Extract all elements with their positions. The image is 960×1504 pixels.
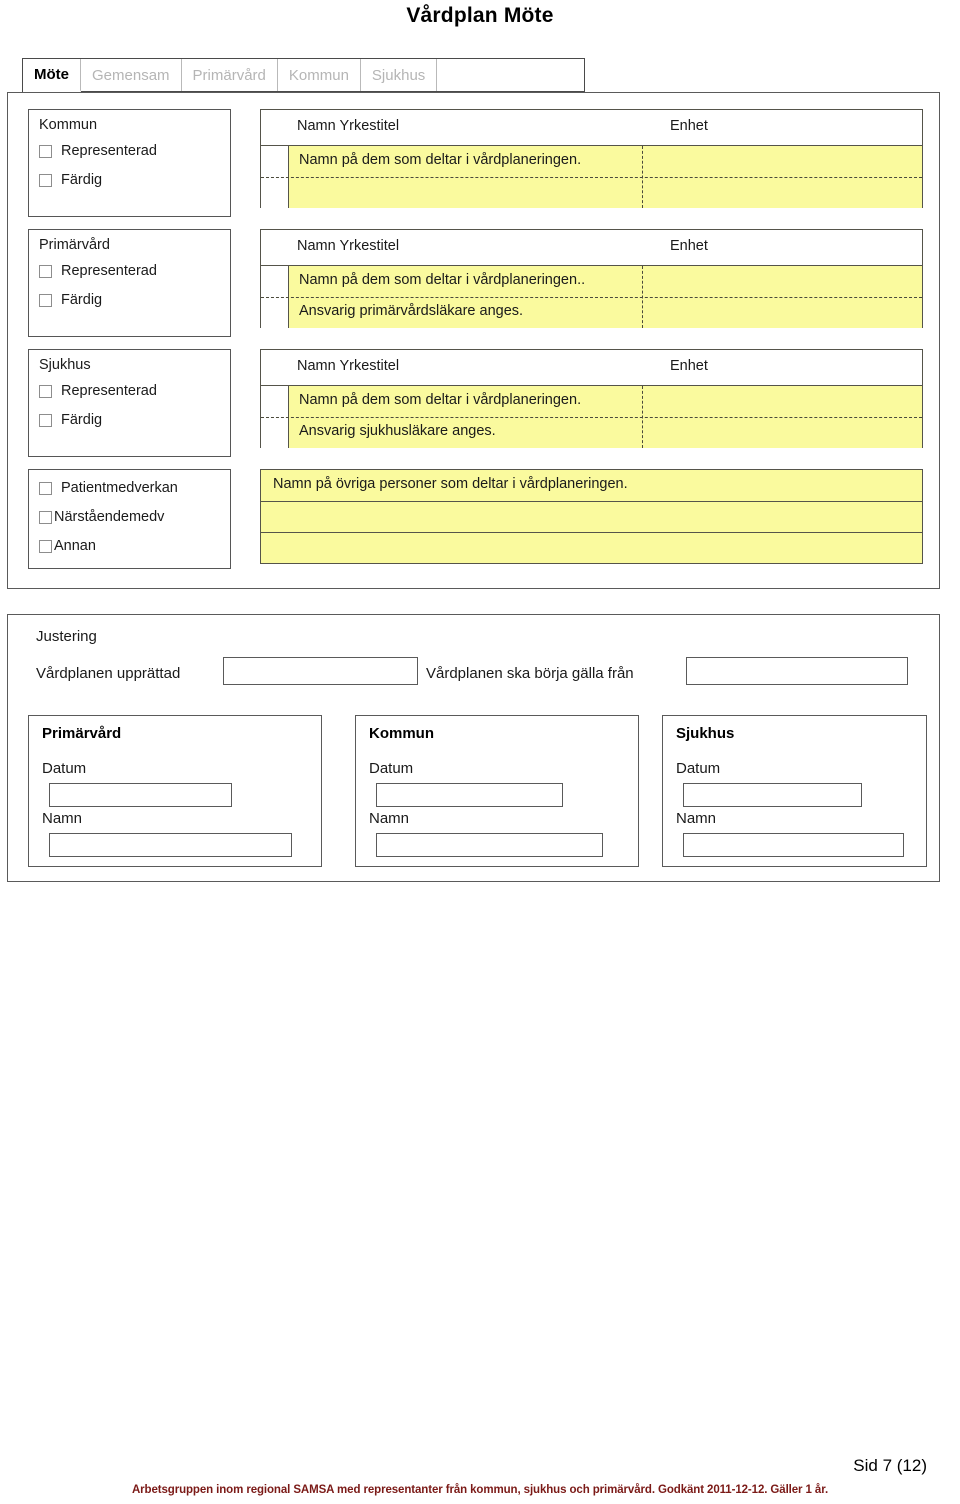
signature-name-label: Namn — [676, 810, 717, 827]
tab-mote[interactable]: Möte — [23, 59, 81, 92]
tab-bar-filler — [437, 59, 584, 91]
checkbox-label: Representerad — [61, 383, 157, 399]
hint-text-other: Namn på övriga personer som deltar i vår… — [273, 476, 628, 492]
party-label-kommun: Kommun — [39, 117, 98, 133]
signature-date-input[interactable] — [376, 783, 563, 807]
checkbox-label: Färdig — [61, 412, 103, 428]
checkbox-icon[interactable] — [39, 482, 52, 495]
column-header-name-title: Namn Yrkestitel — [297, 118, 400, 134]
checkbox-icon[interactable] — [39, 540, 52, 553]
checkbox-icon[interactable] — [39, 174, 52, 187]
input-vardplanen-upprattad[interactable] — [223, 657, 418, 685]
signature-date-label: Datum — [42, 760, 87, 777]
signature-date-label: Datum — [369, 760, 414, 777]
hint-text-kommun-1: Namn på dem som deltar i vårdplaneringen… — [299, 152, 582, 168]
signature-block-kommun: Kommun Datum Namn — [355, 715, 639, 867]
hint-text-sjukhus-2: Ansvarig sjukhusläkare anges. — [299, 423, 496, 439]
party-box-other: Patientmedverkan Närståendemedv Annan — [28, 469, 231, 569]
input-vardplanen-galla-fran[interactable] — [686, 657, 908, 685]
checkbox-sjukhus-representerad[interactable]: Representerad — [39, 383, 230, 400]
tab-sjukhus[interactable]: Sjukhus — [361, 59, 438, 91]
signature-date-input[interactable] — [49, 783, 232, 807]
other-participants-table: Namn på övriga personer som deltar i vår… — [260, 469, 923, 564]
checkbox-narstaendemedv[interactable]: Närståendemedv — [39, 509, 230, 526]
signature-name-input[interactable] — [49, 833, 292, 857]
checkbox-label: Patientmedverkan — [61, 480, 178, 496]
tab-primarvard[interactable]: Primärvård — [182, 59, 278, 91]
participants-panel: Kommun Representerad Färdig Namn Yrkesti… — [7, 92, 940, 589]
signature-date-label: Datum — [676, 760, 721, 777]
table-header-kommun: Namn Yrkestitel Enhet — [261, 110, 922, 146]
party-label-primarvard: Primärvård — [39, 237, 110, 253]
signature-title: Kommun — [369, 725, 434, 742]
signature-title: Primärvård — [42, 725, 122, 742]
checkbox-icon[interactable] — [39, 265, 52, 278]
party-box-primarvard: Primärvård Representerad Färdig — [28, 229, 231, 337]
checkbox-icon[interactable] — [39, 294, 52, 307]
party-label-sjukhus: Sjukhus — [39, 357, 91, 373]
tab-bar: Möte Gemensam Primärvård Kommun Sjukhus — [22, 58, 585, 92]
table-header-sjukhus: Namn Yrkestitel Enhet — [261, 350, 922, 386]
hint-text-sjukhus-1: Namn på dem som deltar i vårdplaneringen… — [299, 392, 582, 408]
checkbox-icon[interactable] — [39, 385, 52, 398]
checkbox-label: Färdig — [61, 292, 103, 308]
signature-date-input[interactable] — [683, 783, 862, 807]
hint-text-primarvard-2: Ansvarig primärvårdsläkare anges. — [299, 303, 524, 319]
checkbox-annan[interactable]: Annan — [39, 538, 230, 555]
checkbox-icon[interactable] — [39, 414, 52, 427]
signature-name-input[interactable] — [376, 833, 603, 857]
checkbox-icon[interactable] — [39, 511, 52, 524]
tab-kommun[interactable]: Kommun — [278, 59, 361, 91]
table-body-primarvard[interactable]: Namn på dem som deltar i vårdplaneringen… — [261, 266, 922, 328]
other-participants-row-3[interactable] — [261, 532, 922, 563]
checkbox-label: Annan — [54, 538, 96, 554]
participant-table-primarvard: Namn Yrkestitel Enhet Namn på dem som de… — [260, 229, 923, 328]
signature-name-input[interactable] — [683, 833, 904, 857]
checkbox-kommun-fardig[interactable]: Färdig — [39, 172, 230, 189]
signature-name-label: Namn — [369, 810, 410, 827]
table-body-sjukhus[interactable]: Namn på dem som deltar i vårdplaneringen… — [261, 386, 922, 448]
checkbox-label: Representerad — [61, 143, 157, 159]
column-header-unit: Enhet — [670, 118, 708, 134]
checkbox-patientmedverkan[interactable]: Patientmedverkan — [39, 480, 230, 497]
other-participants-row-2[interactable] — [261, 501, 922, 532]
footer-note: Arbetsgruppen inom regional SAMSA med re… — [131, 1484, 829, 1496]
tab-gemensam[interactable]: Gemensam — [81, 59, 182, 91]
page-title: Vårdplan Möte — [406, 4, 554, 27]
page-number: Sid 7 (12) — [853, 1456, 927, 1475]
signature-block-primarvard: Primärvård Datum Namn — [28, 715, 322, 867]
row-divider — [261, 417, 922, 418]
column-header-name-title: Namn Yrkestitel — [297, 358, 400, 374]
participant-table-kommun: Namn Yrkestitel Enhet Namn på dem som de… — [260, 109, 923, 208]
column-header-unit: Enhet — [670, 238, 708, 254]
checkbox-label: Färdig — [61, 172, 103, 188]
column-header-name-title: Namn Yrkestitel — [297, 238, 400, 254]
signature-block-sjukhus: Sjukhus Datum Namn — [662, 715, 927, 867]
checkbox-primarvard-fardig[interactable]: Färdig — [39, 292, 230, 309]
checkbox-kommun-representerad[interactable]: Representerad — [39, 143, 230, 160]
table-body-kommun[interactable]: Namn på dem som deltar i vårdplaneringen… — [261, 146, 922, 208]
signature-name-label: Namn — [42, 810, 83, 827]
label-vardplanen-galla-fran: Vårdplanen ska börja gälla från — [426, 665, 634, 682]
justering-title: Justering — [36, 628, 97, 645]
table-header-primarvard: Namn Yrkestitel Enhet — [261, 230, 922, 266]
signature-title: Sjukhus — [676, 725, 735, 742]
hint-text-primarvard-1: Namn på dem som deltar i vårdplaneringen… — [299, 272, 586, 288]
party-box-sjukhus: Sjukhus Representerad Färdig — [28, 349, 231, 457]
label-vardplanen-upprattad: Vårdplanen upprättad — [36, 665, 181, 682]
checkbox-icon[interactable] — [39, 145, 52, 158]
party-box-kommun: Kommun Representerad Färdig — [28, 109, 231, 217]
row-divider — [261, 297, 922, 298]
other-participants-row-1[interactable]: Namn på övriga personer som deltar i vår… — [261, 470, 922, 501]
checkbox-sjukhus-fardig[interactable]: Färdig — [39, 412, 230, 429]
checkbox-label: Närståendemedv — [54, 509, 165, 525]
checkbox-primarvard-representerad[interactable]: Representerad — [39, 263, 230, 280]
participant-table-sjukhus: Namn Yrkestitel Enhet Namn på dem som de… — [260, 349, 923, 448]
column-header-unit: Enhet — [670, 358, 708, 374]
checkbox-label: Representerad — [61, 263, 157, 279]
row-divider — [261, 177, 922, 178]
justering-panel: Justering Vårdplanen upprättad Vårdplane… — [7, 614, 940, 882]
